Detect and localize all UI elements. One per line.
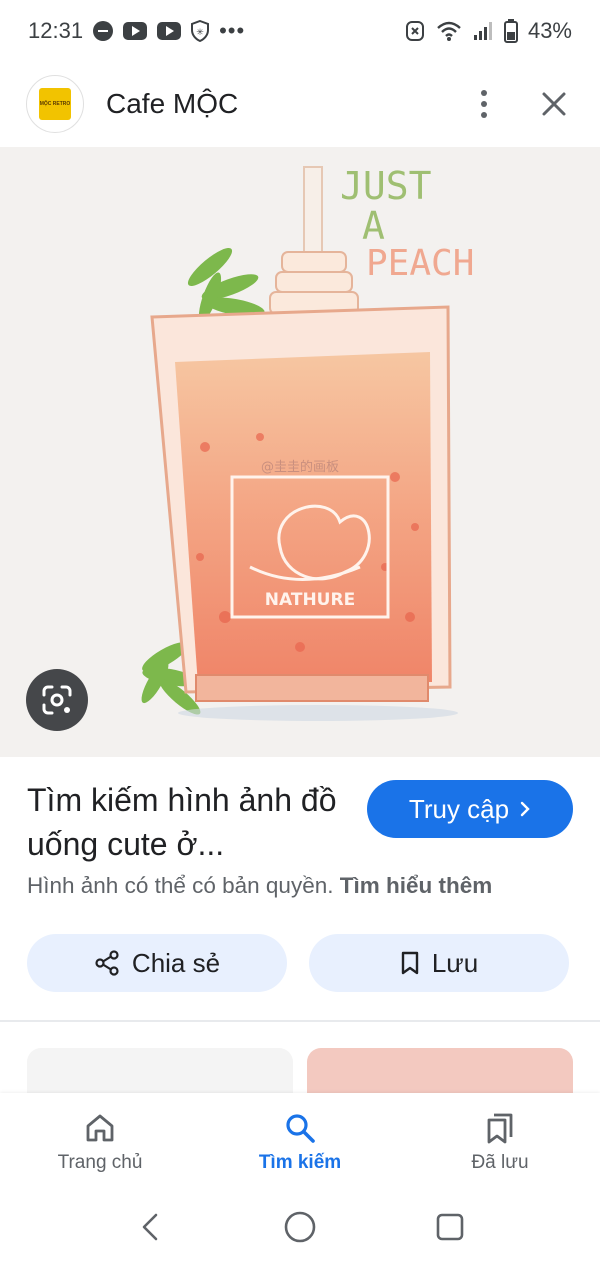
site-logo[interactable]: MỘC RETRO xyxy=(26,75,84,133)
status-right: 43% xyxy=(404,18,572,44)
wifi-icon xyxy=(437,21,461,41)
status-left: 12:31 ✳ ••• xyxy=(28,18,245,44)
caption-a: A xyxy=(362,204,385,248)
battery-icon xyxy=(503,19,518,43)
nav-saved-label: Đã lưu xyxy=(471,1152,529,1173)
home-circle-icon[interactable] xyxy=(284,1211,316,1243)
dot xyxy=(481,90,487,96)
signal-icon xyxy=(473,22,492,40)
home-icon xyxy=(86,1114,114,1142)
peach-drink-illustration: JUST A PEACH NATHURE @圭圭的画板 xyxy=(141,164,474,721)
lens-search-button[interactable] xyxy=(26,669,88,731)
save-label: Lưu xyxy=(431,947,479,978)
system-nav-icons xyxy=(142,1211,464,1243)
status-time: 12:31 xyxy=(28,18,84,43)
juice xyxy=(175,352,432,685)
divider xyxy=(0,1020,600,1022)
caption-peach: PEACH xyxy=(366,243,474,284)
copyright-notice: Hình ảnh có thể có bản quyền. Tìm hiểu t… xyxy=(27,873,492,899)
copyright-text: Hình ảnh có thể có bản quyền. xyxy=(27,873,334,898)
visit-label: Truy cập xyxy=(408,793,510,824)
chevron-right-icon xyxy=(520,801,530,817)
search-icon xyxy=(286,1114,315,1143)
site-title: Cafe MỘC xyxy=(106,88,239,119)
do-not-disturb-icon xyxy=(93,21,114,41)
visit-button[interactable]: Truy cập xyxy=(367,780,573,838)
dot xyxy=(481,112,487,118)
learn-more-link[interactable]: Tìm hiểu thêm xyxy=(340,873,493,898)
back-icon[interactable] xyxy=(142,1213,158,1241)
shield-icon: ✳ xyxy=(191,20,210,42)
pouch-bottom xyxy=(195,674,429,702)
caption-just: JUST xyxy=(340,164,432,208)
nav-home-label: Trang chủ xyxy=(57,1152,143,1173)
result-title[interactable]: Tìm kiếm hình ảnh đồ uống cute ở... xyxy=(27,778,347,866)
nav-search-label: Tìm kiếm xyxy=(258,1152,342,1173)
share-button[interactable]: Chia sẻ xyxy=(27,934,287,992)
app-header: MỘC RETRO Cafe MỘC xyxy=(0,64,600,144)
close-icon xyxy=(542,92,566,116)
logo-text: MỘC RETRO xyxy=(39,101,71,107)
bookmark-icon xyxy=(401,951,419,975)
site-logo-mark: MỘC RETRO xyxy=(39,88,71,120)
more-notifications-icon: ••• xyxy=(219,18,246,43)
nav-saved[interactable]: Đã lưu xyxy=(400,1093,600,1193)
share-label: Chia sẻ xyxy=(131,947,221,978)
bookmarks-icon xyxy=(487,1113,513,1144)
more-options-button[interactable] xyxy=(464,84,504,124)
hand-icon xyxy=(405,21,424,41)
svg-text:✳: ✳ xyxy=(196,28,204,38)
save-button[interactable]: Lưu xyxy=(309,934,569,992)
label-text: NATHURE xyxy=(265,590,355,610)
recents-icon[interactable] xyxy=(436,1213,464,1241)
result-image[interactable]: JUST A PEACH NATHURE @圭圭的画板 xyxy=(0,147,600,757)
nav-search[interactable]: Tìm kiếm xyxy=(200,1093,400,1193)
bottom-navigation: Trang chủ Tìm kiếm Đã lưu xyxy=(0,1093,600,1193)
share-icon xyxy=(95,950,119,976)
youtube-icon xyxy=(157,22,182,40)
watermark-text: @圭圭的画板 xyxy=(261,459,339,475)
result-info: Tìm kiếm hình ảnh đồ uống cute ở... Truy… xyxy=(27,778,573,866)
youtube-icon xyxy=(123,22,148,40)
status-bar: 12:31 ✳ ••• 43% xyxy=(0,0,600,62)
dot xyxy=(481,101,487,107)
close-button[interactable] xyxy=(534,84,574,124)
nav-home[interactable]: Trang chủ xyxy=(0,1093,200,1193)
system-navigation-bar xyxy=(0,1193,600,1267)
battery-percent: 43% xyxy=(527,18,572,43)
lens-icon xyxy=(42,685,72,715)
shadow xyxy=(178,705,458,721)
leaf-top xyxy=(187,247,265,322)
